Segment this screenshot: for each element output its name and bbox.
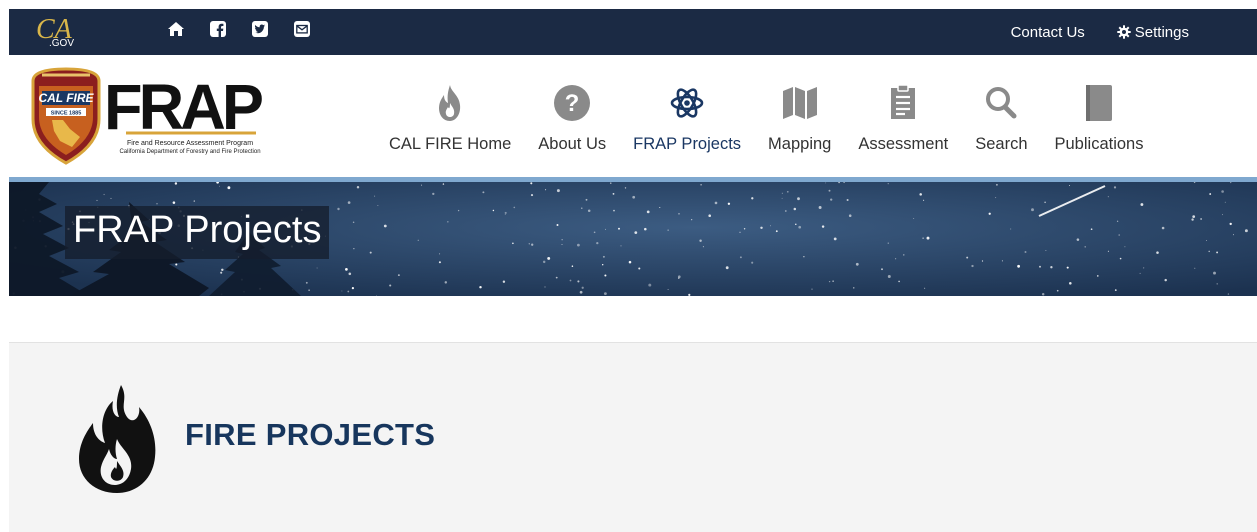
main-header: CAL FIRE SINCE 1885 FRAP Fire and Resour… bbox=[9, 55, 1257, 177]
nav-label: About Us bbox=[538, 135, 607, 153]
page-title: FRAP Projects bbox=[65, 206, 330, 259]
nav-item-search[interactable]: Search bbox=[975, 81, 1028, 154]
clipboard-icon bbox=[891, 84, 916, 119]
nav-label: Publications bbox=[1054, 135, 1144, 153]
section-title: FIRE PROJECTS bbox=[185, 417, 436, 452]
nav-label: Search bbox=[975, 135, 1028, 153]
settings-label: Settings bbox=[1134, 23, 1189, 41]
utility-links: Contact Us Settings bbox=[979, 9, 1189, 55]
settings-button[interactable]: Settings bbox=[1117, 24, 1189, 41]
svg-text:?: ? bbox=[565, 90, 580, 117]
contact-us-link[interactable]: Contact Us bbox=[1011, 24, 1085, 41]
search-icon bbox=[986, 87, 1017, 119]
book-icon bbox=[1085, 85, 1112, 121]
svg-text:.GOV: .GOV bbox=[49, 38, 74, 49]
question-circle-icon: ? bbox=[554, 85, 591, 121]
twitter-icon[interactable] bbox=[251, 20, 269, 38]
nav-item-cal-fire-home[interactable]: CAL FIRE Home bbox=[389, 81, 511, 154]
nav-label: FRAP Projects bbox=[633, 135, 742, 153]
nav-label: Assessment bbox=[858, 135, 949, 153]
nav-item-publications[interactable]: Publications bbox=[1054, 81, 1144, 154]
nav-item-mapping[interactable]: Mapping bbox=[768, 81, 831, 154]
nav-item-assessment[interactable]: Assessment bbox=[858, 81, 948, 154]
nav-label: CAL FIRE Home bbox=[389, 135, 512, 153]
map-icon bbox=[782, 87, 817, 119]
flame-icon bbox=[439, 85, 461, 121]
gear-icon bbox=[1117, 25, 1131, 39]
brand-tagline-1: Fire and Resource Assessment Program bbox=[127, 140, 253, 147]
page-banner: FRAP Projects bbox=[9, 177, 1257, 296]
fire-projects-section: FIRE PROJECTS bbox=[9, 343, 1257, 532]
utility-icons bbox=[167, 20, 335, 38]
badge-since: SINCE 1885 bbox=[51, 111, 82, 117]
fire-icon bbox=[79, 385, 156, 493]
nav-label: Mapping bbox=[768, 135, 832, 153]
facebook-icon[interactable] bbox=[209, 20, 227, 38]
contact-us-label: Contact Us bbox=[1010, 23, 1085, 41]
badge-text: CAL FIRE bbox=[38, 91, 94, 105]
email-icon[interactable] bbox=[293, 20, 311, 38]
frap-logo[interactable]: CAL FIRE SINCE 1885 FRAP Fire and Resour… bbox=[30, 67, 270, 165]
utility-header: CA .GOV Contact Us Settings bbox=[9, 9, 1257, 55]
brand-tagline-2: California Department of Forestry and Fi… bbox=[119, 149, 260, 155]
primary-nav: CAL FIRE Home ? About Us FRAP Projects M… bbox=[389, 81, 1170, 154]
nav-item-frap-projects[interactable]: FRAP Projects bbox=[633, 81, 741, 154]
ca-gov-logo[interactable]: CA .GOV bbox=[35, 13, 75, 51]
nav-item-about-us[interactable]: ? About Us bbox=[538, 81, 606, 154]
home-icon[interactable] bbox=[167, 20, 185, 38]
atom-icon bbox=[670, 88, 704, 118]
